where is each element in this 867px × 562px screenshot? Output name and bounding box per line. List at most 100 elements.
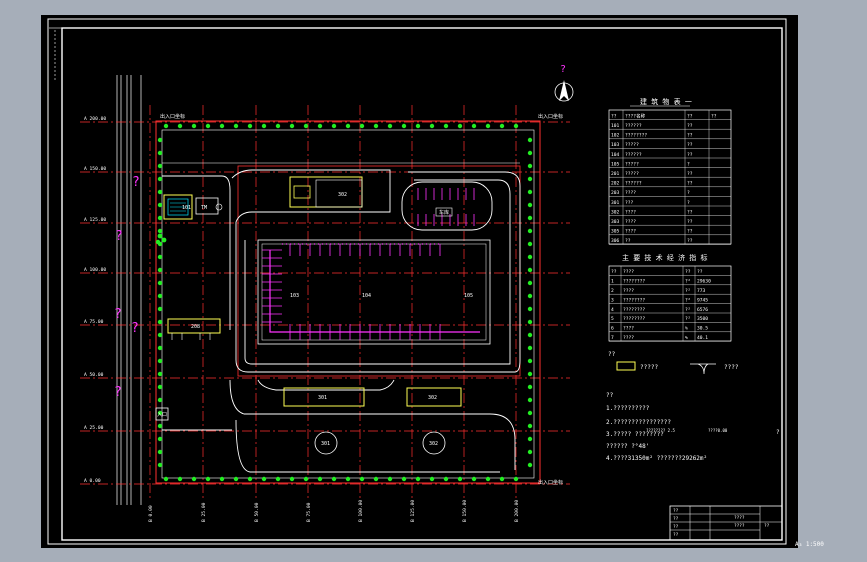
table-cell: ?² [685, 316, 691, 322]
table-cell: ?? [687, 133, 693, 139]
tree [157, 384, 163, 390]
label-b-bottom-r: 302 [428, 395, 437, 401]
tree [527, 332, 533, 338]
tree [303, 476, 309, 482]
tree [163, 123, 169, 129]
tree [303, 123, 309, 129]
tree [415, 476, 421, 482]
table-cell: ?² [685, 279, 691, 285]
tb-row-3: ?? [673, 524, 679, 530]
economic-table-title: 主 要 技 术 经 济 指 标 [622, 253, 708, 262]
legend-title: ?? [608, 351, 616, 358]
tree [443, 123, 449, 129]
tree [157, 202, 163, 208]
table-cell: ???????? [623, 307, 645, 313]
table-cell: ?? [687, 152, 693, 158]
table-cell: ?? [687, 123, 693, 129]
tree [401, 123, 407, 129]
left-mark-1: ? [132, 175, 140, 190]
tree [457, 476, 463, 482]
tree [157, 462, 163, 468]
table-cell: 40.1 [697, 335, 708, 341]
grid-label-x: B 150.00 [462, 500, 468, 522]
table-cell: ?????? [625, 152, 642, 158]
table-cell: ?? [687, 229, 693, 235]
tree [527, 358, 533, 364]
table-cell: 4 [611, 307, 614, 313]
notes-title: ?? [606, 392, 614, 399]
cad-drawing-canvas[interactable]: A 200.00 A 150.00 A 125.00 A 100.00 A 75.00 A… [0, 0, 867, 562]
tree [513, 123, 519, 129]
tree [261, 476, 267, 482]
tree [331, 123, 337, 129]
table-cell: ?² [685, 297, 691, 303]
table-cell: ???????? [625, 133, 647, 139]
tb-row-4: ?? [673, 532, 679, 538]
tree [527, 202, 533, 208]
table-cell: ???????? [623, 279, 645, 285]
tree [289, 123, 295, 129]
tree [205, 476, 211, 482]
label-b-left-mid: 208 [191, 324, 200, 330]
tree [157, 215, 163, 221]
tree [457, 123, 463, 129]
table-cell: ?² [685, 288, 691, 294]
table-cell: 302 [611, 209, 620, 215]
tree [205, 123, 211, 129]
tree [527, 163, 533, 169]
tb-row-1: ?? [673, 508, 679, 514]
tree [157, 345, 163, 351]
table-cell: ???? [623, 326, 634, 332]
table-cell: 7 [611, 335, 614, 341]
label-corner-tr: 出入口坐标 [538, 113, 563, 120]
notes-question: ? [776, 429, 780, 436]
table-cell: ??? [625, 200, 634, 206]
tree [527, 280, 533, 286]
table-cell: 104 [611, 152, 620, 158]
cad-viewport[interactable]: A 200.00 A 150.00 A 125.00 A 100.00 A 75.00 A… [0, 0, 867, 562]
tree [471, 476, 477, 482]
tree [527, 319, 533, 325]
legend-item2: ???? [724, 364, 739, 371]
tree [157, 267, 163, 273]
table-cell: 103 [611, 142, 620, 148]
tree [157, 397, 163, 403]
table-cell: 6 [611, 326, 614, 332]
tree [157, 423, 163, 429]
tree [345, 476, 351, 482]
tree [527, 215, 533, 221]
table-cell: ?????? [625, 123, 642, 129]
table-cell: 3500 [697, 316, 708, 322]
tree [157, 280, 163, 286]
tree [527, 371, 533, 377]
table-header-cell: ???? [623, 269, 634, 275]
tree [527, 176, 533, 182]
tree [527, 384, 533, 390]
building-table-title: 建 筑 物 表 一 [640, 97, 692, 106]
label-b-top: 302 [338, 192, 347, 198]
table-cell: % [685, 335, 688, 341]
table-cell: 203 [611, 190, 620, 196]
tree [331, 476, 337, 482]
table-cell: 305 [611, 229, 620, 235]
label-b-yard-c: 104 [362, 293, 371, 299]
tb-project: ???? [734, 515, 745, 521]
tree [527, 189, 533, 195]
table-cell: 5 [611, 316, 614, 322]
tree [191, 476, 197, 482]
tree [345, 123, 351, 129]
table-header-cell: ????名称 [625, 112, 646, 119]
grid-label-x: B 0.00 [148, 505, 154, 522]
table-cell: ???? [625, 219, 636, 225]
left-mark-5: ? [114, 385, 122, 400]
label-b-guard: 101 [182, 205, 191, 211]
table-cell: ???? [623, 288, 634, 294]
grid-label-x: B 75.00 [306, 502, 312, 522]
table-header-cell: ?? [687, 113, 693, 119]
tree [527, 306, 533, 312]
tree [233, 476, 239, 482]
grid-label-y: A 200.00 [84, 116, 106, 122]
tree [219, 123, 225, 129]
tree [157, 254, 163, 260]
table-cell: ???? [623, 335, 634, 341]
